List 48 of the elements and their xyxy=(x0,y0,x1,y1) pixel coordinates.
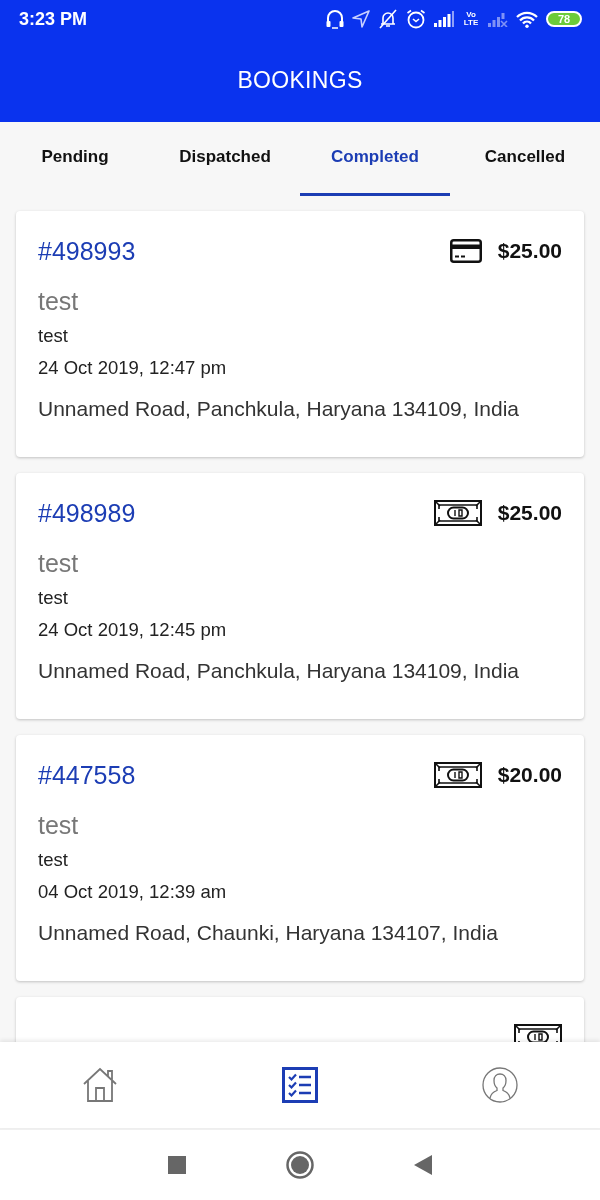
booking-title: test xyxy=(38,287,80,315)
signal-icon xyxy=(434,11,454,27)
booking-address: Unnamed Road, Panchkula, Haryana 134109, India xyxy=(38,658,520,684)
booking-number: #498989 xyxy=(38,499,136,527)
booking-date: 24 Oct 2019, 12:47 pm xyxy=(38,356,228,380)
booking-card[interactable]: #498993 $25.00 test test 24 Oct 2019, 12:47 pm Unnamed Road, Panchkula, Haryana 134109, India xyxy=(16,211,584,457)
wifi-icon xyxy=(516,10,538,28)
booking-date: 04 Oct 2019, 12:39 am xyxy=(38,880,228,904)
booking-number: #498993 xyxy=(38,237,136,265)
tab[interactable]: Dispatched xyxy=(150,122,300,196)
network-type-label: Vo LTE xyxy=(462,11,480,27)
tab[interactable]: Completed xyxy=(300,122,450,196)
recents-button[interactable] xyxy=(168,1156,186,1174)
booking-card[interactable]: #498989 $25.00 test test 24 Oct 2019, 12:45 pm Unnamed Road, Panchkula, Haryana 134109, India xyxy=(16,473,584,719)
booking-note: test xyxy=(38,324,69,348)
location-arrow-icon xyxy=(352,10,370,28)
booking-price: $20.00 xyxy=(497,763,562,787)
booking-card[interactable]: #447558 $20.00 test test 04 Oct 2019, 12:39 am Unnamed Road, Chaunki, Haryana 134107, India xyxy=(16,735,584,981)
booking-address: Unnamed Road, Chaunki, Haryana 134107, India xyxy=(38,920,499,946)
muted-bell-icon xyxy=(378,9,398,29)
page-title: BOOKINGS xyxy=(237,66,363,94)
booking-number: #447558 xyxy=(38,761,136,789)
booking-note: test xyxy=(38,848,69,872)
back-triangle-icon xyxy=(414,1155,432,1175)
home-icon xyxy=(82,1067,118,1103)
booking-title: test xyxy=(38,549,80,577)
credit-card-icon xyxy=(449,239,482,263)
battery-indicator: 78 xyxy=(546,11,582,27)
tab[interactable]: Pending xyxy=(0,122,150,196)
booking-title: test xyxy=(38,811,80,839)
headphones-icon xyxy=(326,9,344,29)
checklist-icon xyxy=(282,1067,318,1103)
booking-date: 24 Oct 2019, 12:45 pm xyxy=(38,618,228,642)
square-icon xyxy=(168,1156,186,1174)
home-button[interactable] xyxy=(286,1151,314,1179)
banknote-icon xyxy=(433,500,482,526)
back-button[interactable] xyxy=(414,1155,432,1175)
banknote-icon xyxy=(433,762,482,788)
booking-price: $25.00 xyxy=(497,239,562,263)
booking-price: $25.00 xyxy=(497,501,562,525)
booking-address: Unnamed Road, Panchkula, Haryana 134109, India xyxy=(38,396,520,422)
clock-time: 3:23 PM xyxy=(19,8,88,30)
alarm-clock-icon xyxy=(406,9,426,29)
circle-icon xyxy=(286,1151,314,1179)
no-signal-icon xyxy=(488,11,508,27)
tab[interactable]: Cancelled xyxy=(450,122,600,196)
booking-note: test xyxy=(38,586,69,610)
user-icon xyxy=(482,1067,518,1103)
